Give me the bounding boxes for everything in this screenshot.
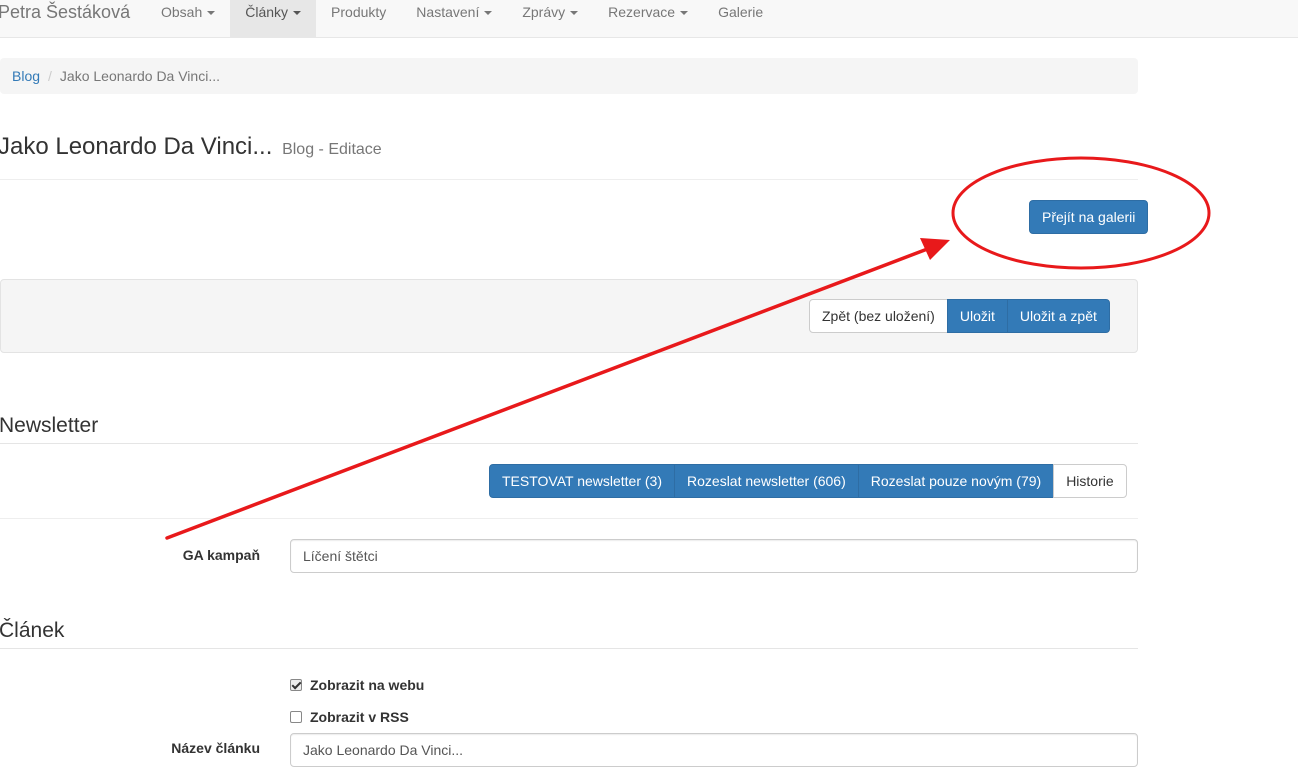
show-in-rss-checkbox[interactable]	[290, 711, 302, 723]
save-button[interactable]: Uložit	[946, 299, 1008, 333]
page-title-text: Jako Leonardo Da Vinci...	[0, 133, 273, 160]
ga-campaign-label: GA kampaň	[182, 547, 260, 563]
caret-down-icon	[484, 11, 493, 16]
nav-label: Galerie	[718, 4, 764, 20]
save-and-back-button[interactable]: Uložit a zpět	[1006, 299, 1110, 333]
nav-label: Nastavení	[416, 4, 480, 20]
annotation-arrowhead-icon	[920, 238, 950, 260]
nav-label: Zprávy	[522, 4, 566, 20]
nav-item-obsah[interactable]: Obsah	[146, 0, 230, 37]
breadcrumb: Blog / Jako Leonardo Da Vinci...	[0, 58, 1138, 94]
send-new-only-button[interactable]: Rozeslat pouze novým (79)	[857, 464, 1055, 498]
go-to-gallery-button[interactable]: Přejít na galerii	[1029, 200, 1149, 234]
page-header: Jako Leonardo Da Vinci... Blog - Editace	[0, 130, 1138, 180]
breadcrumb-current: Jako Leonardo Da Vinci...	[59, 68, 220, 84]
divider	[0, 518, 1138, 519]
show-on-web-checkbox[interactable]	[290, 679, 302, 691]
nav-label: Rezervace	[608, 4, 676, 20]
breadcrumb-separator: /	[48, 68, 52, 84]
newsletter-legend: Newsletter	[0, 411, 1138, 444]
ga-campaign-input[interactable]: Líčení štětci	[290, 539, 1138, 573]
nav-item-nastaveni[interactable]: Nastavení	[401, 0, 507, 37]
article-legend-text: Článek	[0, 619, 65, 642]
show-on-web-row: Zobrazit na webu	[290, 677, 424, 693]
caret-down-icon	[570, 11, 579, 16]
nav-label: Produkty	[331, 4, 387, 20]
show-in-rss-row: Zobrazit v RSS	[290, 709, 409, 725]
article-legend: Článek	[0, 616, 1138, 649]
nav-label: Články	[245, 4, 289, 20]
nav-label: Obsah	[161, 4, 203, 20]
main-nav: Obsah Články Produkty Nastavení Zprávy R…	[146, 0, 778, 38]
newsletter-legend-text: Newsletter	[0, 414, 99, 437]
page-subtitle: Blog - Editace	[282, 141, 382, 158]
newsletter-button-group: TESTOVAT newsletter (3) Rozeslat newslet…	[489, 464, 1127, 498]
top-navbar: Petra Šestáková Obsah Články Produkty Na…	[0, 0, 1298, 38]
nav-item-zpravy[interactable]: Zprávy	[507, 0, 593, 37]
save-button-group: Zpět (bez uložení) Uložit Uložit a zpět	[809, 299, 1110, 333]
nav-item-rezervace[interactable]: Rezervace	[593, 0, 703, 37]
brand-link[interactable]: Petra Šestáková	[0, 0, 130, 25]
test-newsletter-button[interactable]: TESTOVAT newsletter (3)	[489, 464, 676, 498]
show-on-web-label: Zobrazit na webu	[310, 677, 425, 693]
nav-item-galerie[interactable]: Galerie	[703, 0, 778, 37]
nav-item-clanky[interactable]: Články	[230, 0, 317, 37]
caret-down-icon	[293, 11, 302, 16]
nav-item-produkty[interactable]: Produkty	[316, 0, 401, 37]
article-name-label: Název článku	[171, 740, 260, 756]
send-newsletter-button[interactable]: Rozeslat newsletter (606)	[674, 464, 859, 498]
back-without-save-button[interactable]: Zpět (bez uložení)	[809, 299, 948, 333]
breadcrumb-link-blog[interactable]: Blog	[12, 68, 40, 84]
caret-down-icon	[207, 11, 216, 16]
page-title: Jako Leonardo Da Vinci... Blog - Editace	[0, 133, 382, 161]
caret-down-icon	[680, 11, 689, 16]
newsletter-history-button[interactable]: Historie	[1053, 464, 1127, 498]
show-in-rss-label: Zobrazit v RSS	[310, 709, 409, 725]
article-name-input[interactable]: Jako Leonardo Da Vinci...	[290, 733, 1138, 767]
